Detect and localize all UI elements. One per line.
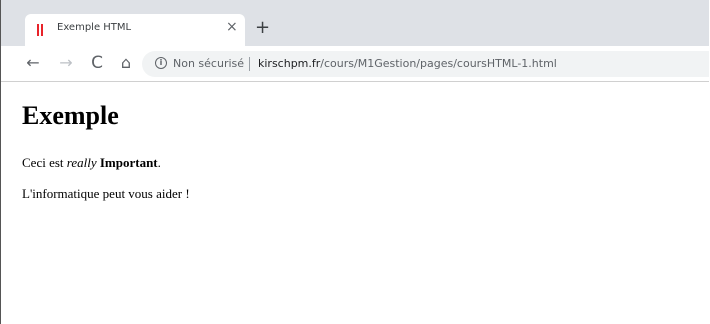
p1-italic-text: really — [66, 155, 97, 170]
close-icon[interactable]: × — [226, 19, 238, 35]
tab-strip: Exemple HTML × + — [1, 0, 709, 46]
new-tab-button[interactable]: + — [255, 18, 270, 38]
info-icon[interactable]: i — [155, 57, 167, 69]
page-heading: Exemple — [22, 101, 119, 130]
tab-title: Exemple HTML — [57, 22, 132, 33]
toolbar: ← → C ⌂ i Non sécurisé kirschpm.fr/cours… — [1, 46, 709, 82]
page-content: Exemple Ceci est really Important. L'inf… — [1, 82, 709, 324]
html-favicon-icon — [37, 24, 45, 36]
p1-text-end: . — [157, 155, 161, 170]
security-label[interactable]: Non sécurisé — [173, 57, 244, 70]
favicon-bar — [41, 24, 43, 36]
back-arrow-icon[interactable]: ← — [23, 53, 43, 73]
url-path: /cours/M1Gestion/pages/coursHTML-1.html — [320, 57, 557, 70]
address-bar[interactable]: i Non sécurisé kirschpm.fr/cours/M1Gesti… — [142, 51, 709, 77]
paragraph-informatique: L'informatique peut vous aider ! — [22, 186, 190, 201]
address-separator — [249, 57, 250, 71]
reload-icon[interactable]: C — [87, 53, 107, 73]
favicon-bar — [37, 24, 39, 36]
browser-window: Exemple HTML × + ← → C ⌂ i Non sécurisé … — [0, 0, 709, 324]
url-domain: kirschpm.fr — [258, 57, 321, 70]
p1-text-start: Ceci est — [22, 155, 67, 170]
url-text[interactable]: kirschpm.fr/cours/M1Gestion/pages/coursH… — [258, 57, 557, 70]
p1-bold-text: Important — [99, 155, 158, 170]
paragraph-important: Ceci est really Important. — [22, 155, 161, 171]
forward-arrow-icon[interactable]: → — [56, 53, 76, 73]
home-icon[interactable]: ⌂ — [116, 53, 136, 73]
tab-exemple-html[interactable]: Exemple HTML × — [25, 14, 245, 46]
